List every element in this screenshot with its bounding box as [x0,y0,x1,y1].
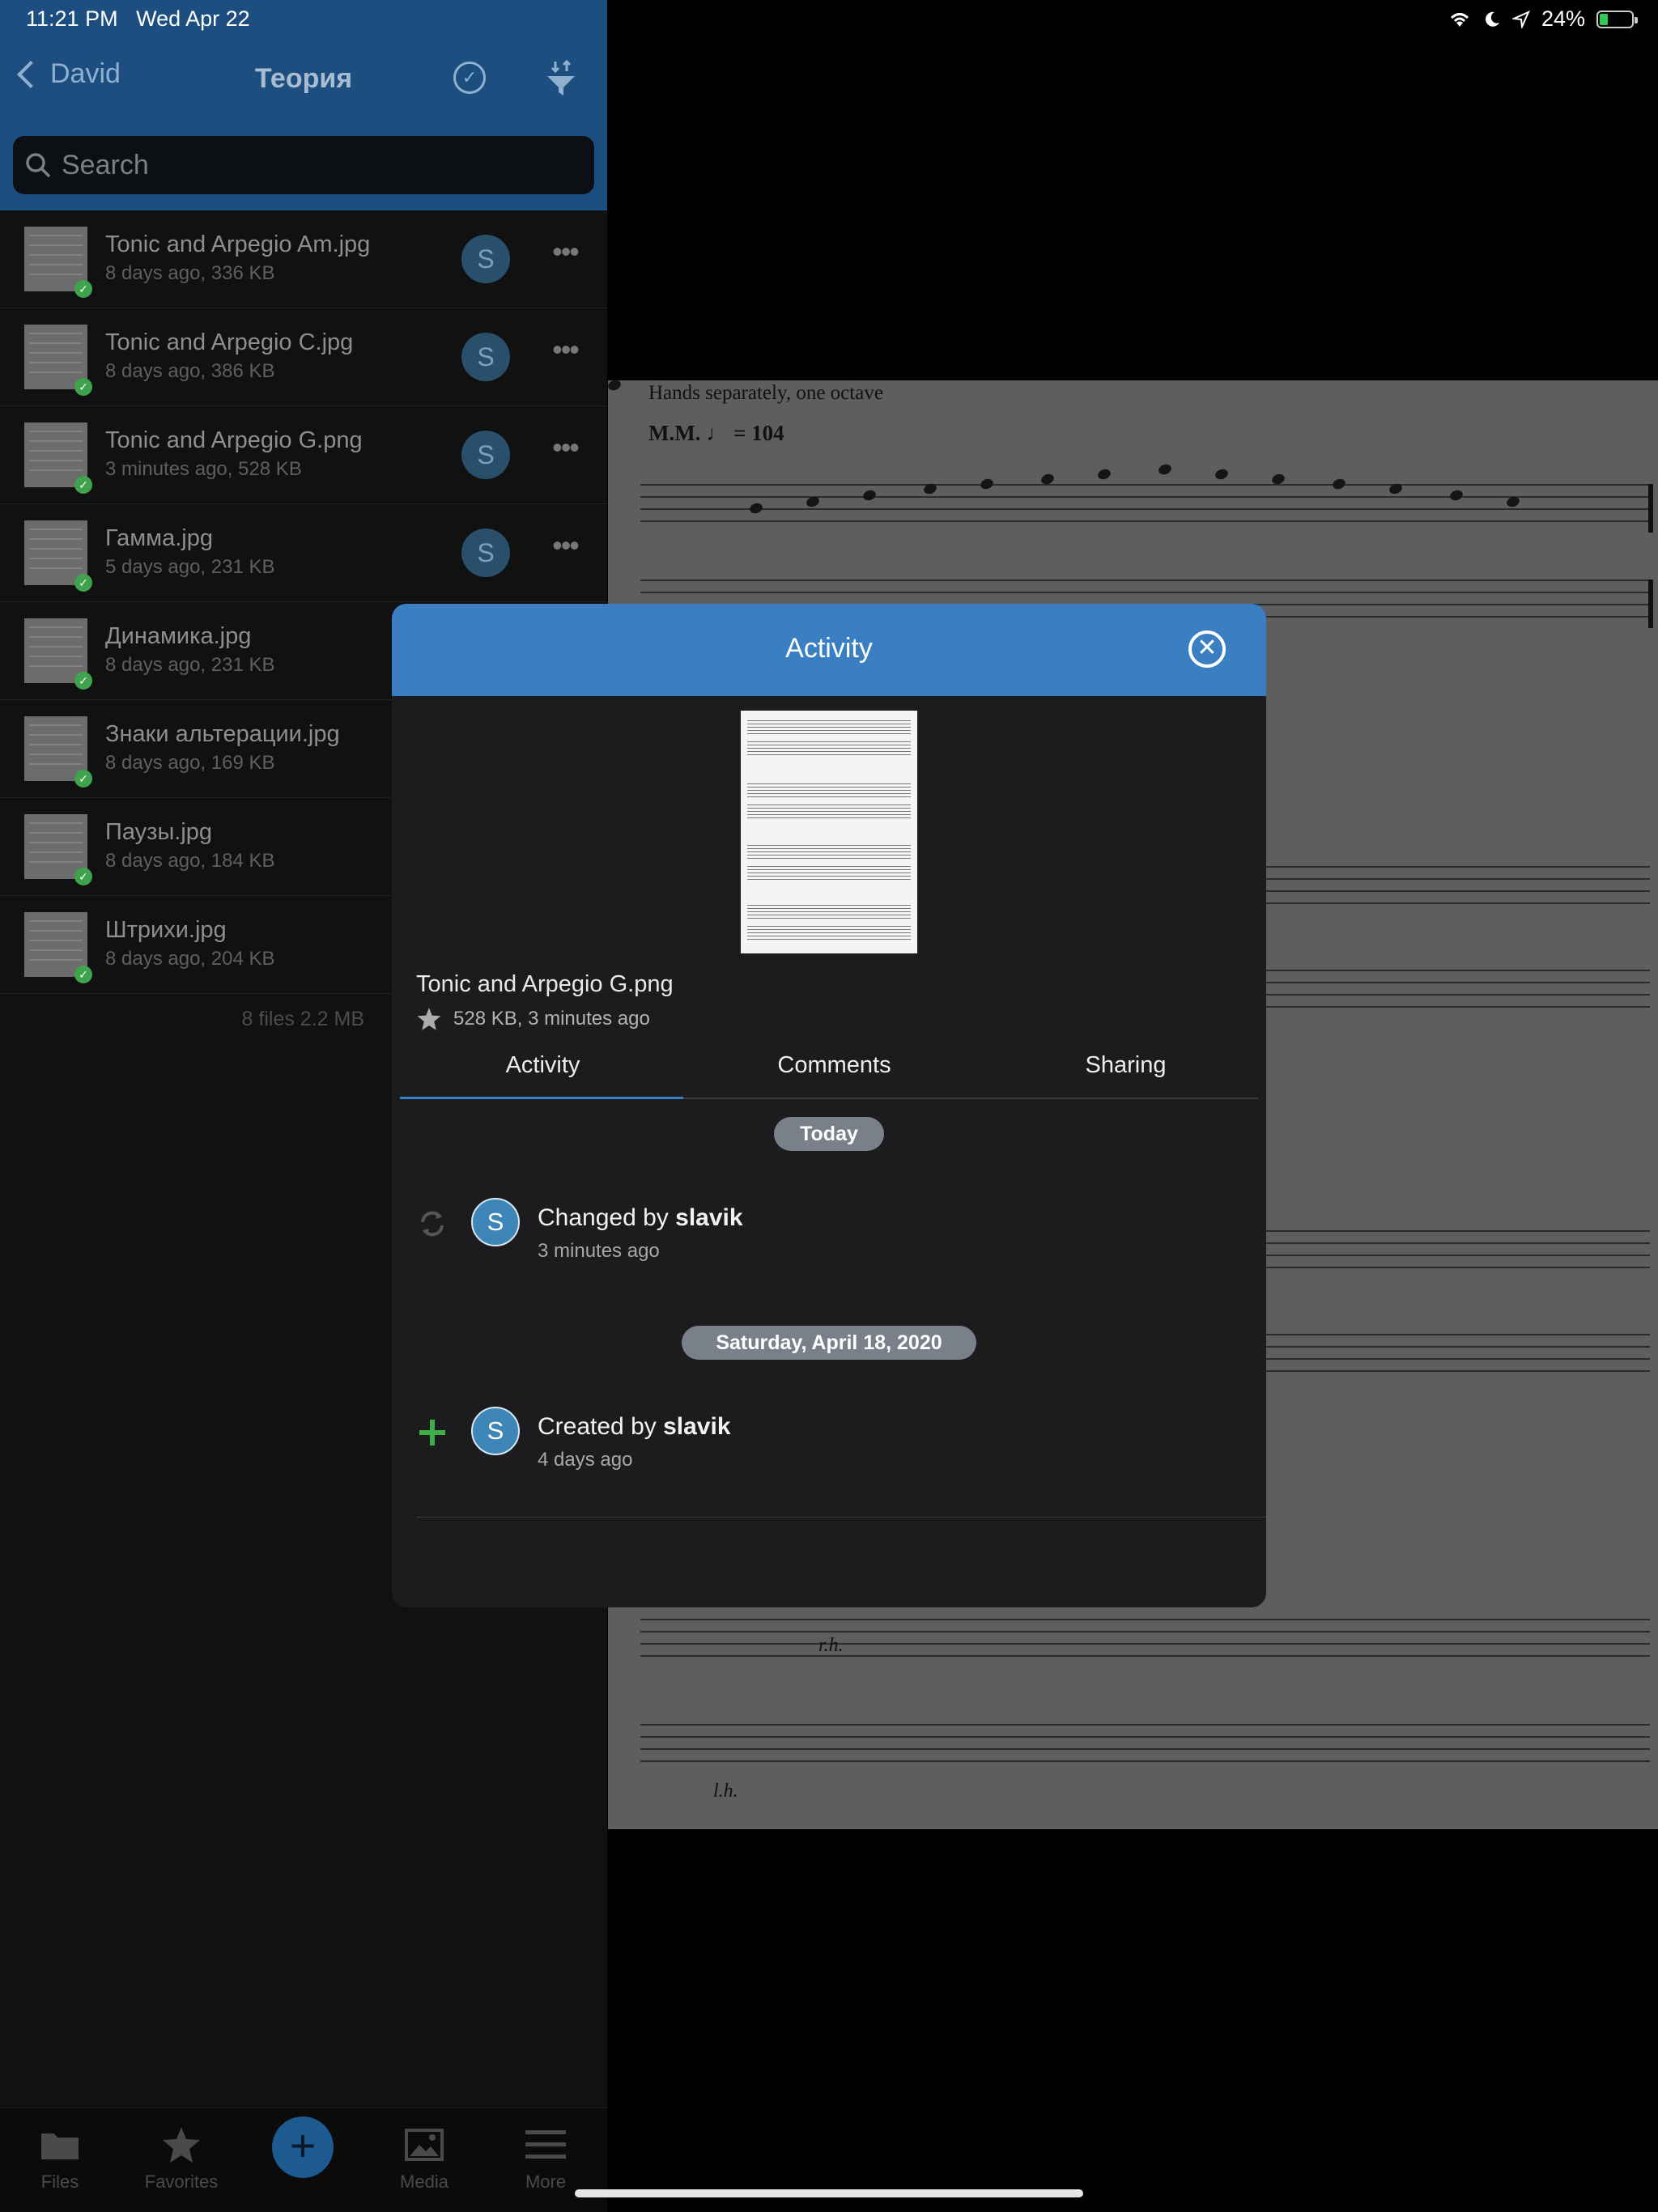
active-tab-indicator [400,1097,683,1099]
home-indicator[interactable] [575,2189,1083,2197]
activity-user: slavik [663,1413,731,1440]
divider [416,1517,1266,1518]
date-group-label: Saturday, April 18, 2020 [682,1326,976,1360]
tab-activity[interactable]: Activity [400,1052,686,1079]
date-group-label: Today [774,1117,884,1151]
modal-tabs: Activity Comments Sharing [400,1041,1258,1099]
tab-comments[interactable]: Comments [691,1052,977,1079]
activity-description: Created by slavik [538,1413,731,1440]
tab-sharing[interactable]: Sharing [983,1052,1266,1079]
status-indicators: 24% [1448,6,1638,32]
activity-modal: Activity ✕ Tonic and Arpegio G.png 528 K… [392,604,1266,1607]
avatar: S [471,1198,520,1246]
activity-time: 3 minutes ago [538,1240,660,1262]
plus-icon [419,1420,445,1446]
sync-icon [421,1211,444,1237]
file-preview-thumbnail[interactable] [741,711,917,953]
modal-title: Activity [785,633,873,664]
activity-description: Changed by slavik [538,1204,743,1231]
moon-icon [1486,11,1499,27]
close-button[interactable]: ✕ [1188,630,1226,668]
modal-header: Activity ✕ [392,604,1266,696]
avatar: S [471,1407,520,1455]
battery-percent: 24% [1541,6,1585,31]
wifi-icon [1450,12,1469,27]
activity-user: slavik [675,1204,743,1231]
battery-icon [1596,10,1638,28]
file-info: 528 KB, 3 minutes ago [416,1007,650,1031]
location-arrow-icon [1511,10,1530,28]
activity-time: 4 days ago [538,1449,633,1471]
status-bar: 11:21 PM Wed Apr 22 24% [0,0,1658,39]
star-icon[interactable] [416,1007,442,1031]
file-title: Tonic and Arpegio G.png [416,971,674,997]
status-time: 11:21 PM Wed Apr 22 [26,6,250,31]
file-size-time: 528 KB, 3 minutes ago [453,1008,650,1030]
activity-entry: S Created by slavik 4 days ago [416,1407,1226,1480]
activity-entry: S Changed by slavik 3 minutes ago [416,1198,1226,1271]
close-icon: ✕ [1197,635,1218,661]
